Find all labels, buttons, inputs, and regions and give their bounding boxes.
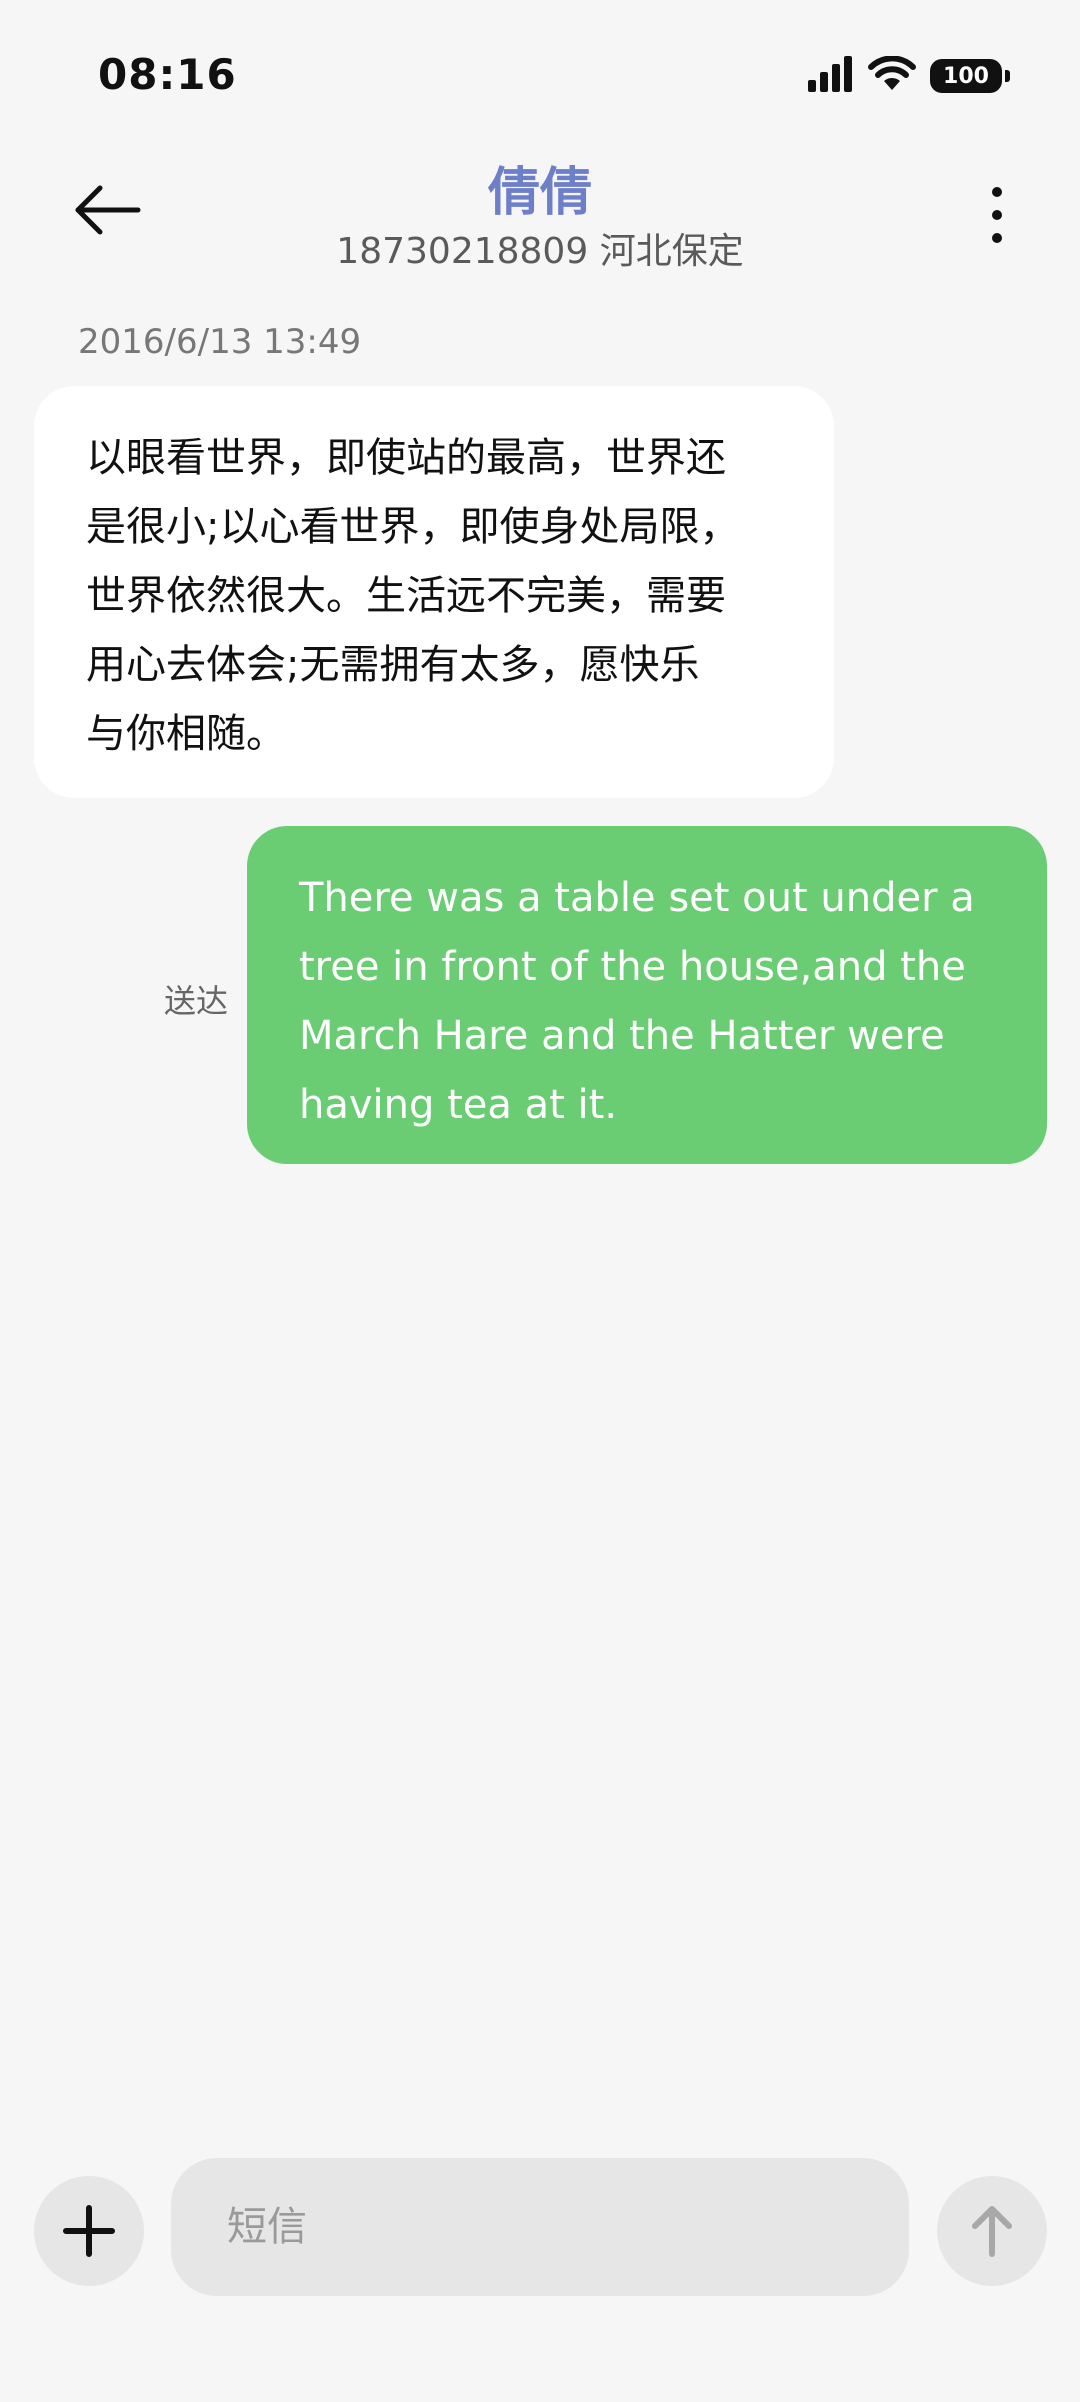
plus-icon bbox=[63, 2205, 115, 2257]
message-line: 用心去体会;无需拥有太多，愿快乐 bbox=[86, 642, 700, 688]
message-input[interactable] bbox=[171, 2158, 909, 2296]
message-line: 以眼看世界，即使站的最高，世界还 bbox=[86, 435, 726, 481]
signal-icon bbox=[808, 56, 854, 96]
message-line: 世界依然很大。生活远不完美，需要 bbox=[86, 573, 726, 619]
outgoing-message-bubble[interactable]: There was a table set out under a tree i… bbox=[247, 826, 1047, 1164]
battery-level: 100 bbox=[943, 63, 989, 89]
message-timestamp: 2016/6/13 13:49 bbox=[78, 322, 362, 362]
more-options-button[interactable] bbox=[972, 180, 1022, 250]
status-icons: 100 bbox=[808, 55, 1010, 96]
add-attachment-button[interactable] bbox=[34, 2176, 144, 2286]
send-button[interactable] bbox=[937, 2176, 1047, 2286]
message-line: March Hare and the Hatter were bbox=[299, 1013, 945, 1059]
message-line: There was a table set out under a bbox=[299, 875, 975, 921]
conversation-header: 倩倩 18730218809 河北保定 bbox=[0, 150, 1080, 280]
incoming-message-bubble[interactable]: 以眼看世界，即使站的最高，世界还 是很小;以心看世界，即使身处局限， 世界依然很… bbox=[34, 386, 834, 798]
message-line: having tea at it. bbox=[299, 1082, 618, 1128]
contact-info: 18730218809 河北保定 bbox=[336, 231, 744, 272]
battery-icon: 100 bbox=[930, 59, 1010, 93]
message-composer bbox=[0, 2150, 1080, 2310]
status-bar: 08:16 100 bbox=[0, 0, 1080, 150]
send-arrow-icon bbox=[972, 2206, 1012, 2257]
wifi-icon bbox=[868, 55, 916, 96]
message-line: 是很小;以心看世界，即使身处局限， bbox=[86, 504, 740, 550]
message-line: 与你相随。 bbox=[86, 711, 286, 757]
message-line: tree in front of the house,and the bbox=[299, 944, 966, 990]
status-time: 08:16 bbox=[98, 50, 237, 99]
more-vertical-icon bbox=[992, 187, 1002, 243]
contact-name[interactable]: 倩倩 bbox=[0, 150, 1080, 225]
delivery-status: 送达 bbox=[164, 982, 229, 1020]
